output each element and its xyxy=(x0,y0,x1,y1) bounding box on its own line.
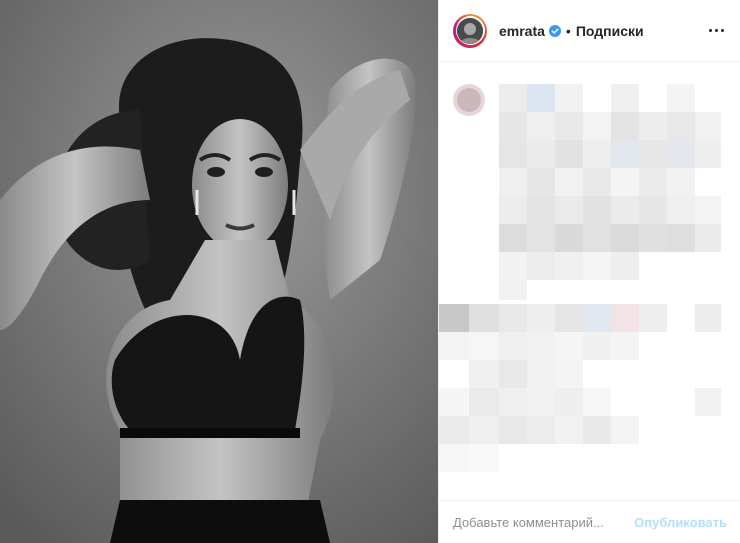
username-link[interactable]: emrata xyxy=(499,23,545,39)
separator-dot: • xyxy=(565,22,571,39)
comment-input[interactable] xyxy=(453,514,635,530)
caption-comments-blurred xyxy=(439,62,740,500)
avatar-image xyxy=(457,17,483,44)
follow-button[interactable]: Подписки xyxy=(576,23,644,39)
avatar[interactable] xyxy=(453,13,487,48)
post-side-panel: emrata • Подписки Добавьте комментарий..… xyxy=(438,0,740,543)
post-photo[interactable] xyxy=(0,0,438,543)
verified-badge-icon xyxy=(548,24,561,37)
more-options-icon[interactable] xyxy=(707,25,726,36)
publish-button[interactable]: Опубликовать xyxy=(634,515,727,530)
post-header: emrata • Подписки xyxy=(439,0,740,62)
comment-form: Опубликовать xyxy=(439,500,740,543)
post-photo-image xyxy=(0,0,438,543)
pixelated-comments xyxy=(439,84,721,472)
